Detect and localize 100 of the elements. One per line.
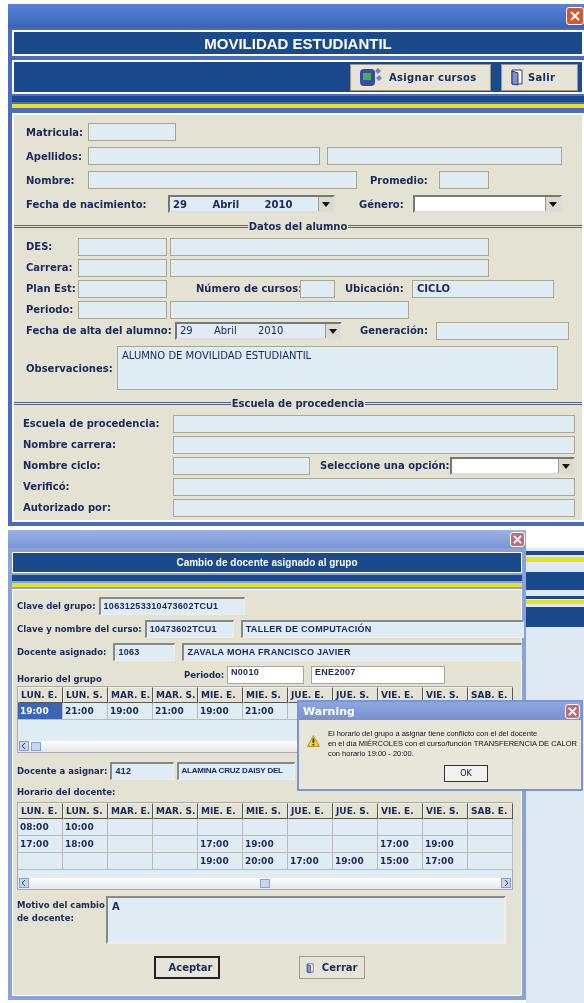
- column-header[interactable]: MAR. S.: [153, 803, 198, 819]
- text-field[interactable]: [170, 258, 489, 277]
- exit-button[interactable]: Salir: [501, 63, 578, 91]
- column-header[interactable]: JUE. S.: [333, 803, 378, 819]
- column-header[interactable]: LUN. E.: [18, 803, 63, 819]
- section-title: Escuela de procedencia: [230, 397, 366, 409]
- date-combo[interactable]: 29 Abril 2010: [175, 321, 342, 340]
- table-cell: 19:00: [333, 853, 378, 870]
- table-cell: [108, 853, 153, 870]
- column-header[interactable]: JUE. E.: [288, 803, 333, 819]
- column-header[interactable]: LUN. S.: [63, 803, 108, 819]
- table-cell[interactable]: 19:00: [198, 703, 243, 720]
- column-header[interactable]: MAR. E.: [108, 803, 153, 819]
- close-button[interactable]: [566, 7, 584, 25]
- text-area[interactable]: A: [106, 896, 506, 944]
- field-label: Escuela de procedencia:: [23, 418, 161, 429]
- column-header[interactable]: MIE. E.: [198, 687, 243, 703]
- table-cell: [333, 836, 378, 853]
- table-cell[interactable]: 21:00: [153, 703, 198, 720]
- field-label: Docente asignado:: [17, 646, 107, 657]
- text-field[interactable]: [173, 498, 575, 517]
- field-label: Carrera:: [26, 262, 74, 273]
- table-cell: [468, 836, 513, 853]
- field-label: Nombre carrera:: [23, 439, 117, 450]
- text-field[interactable]: [173, 477, 575, 496]
- text-area[interactable]: ALUMNO DE MOVILIDAD ESTUDIANTIL: [117, 346, 558, 390]
- table-cell: [333, 819, 378, 836]
- text-field[interactable]: [78, 258, 167, 277]
- monitor-icon: [359, 66, 385, 88]
- dropdown-field[interactable]: [450, 456, 575, 475]
- field-label: Matricula:: [26, 126, 85, 138]
- field-label: DES:: [26, 241, 54, 252]
- table-cell: [198, 819, 243, 836]
- column-header[interactable]: MIE. S.: [243, 687, 288, 703]
- text-field[interactable]: CICLO: [412, 279, 554, 298]
- table-cell[interactable]: 19:00: [18, 703, 63, 720]
- table-cell: 20:00: [243, 853, 288, 870]
- column-header[interactable]: JUE. E.: [288, 687, 333, 703]
- text-field[interactable]: 1063: [113, 642, 176, 661]
- text-field[interactable]: 10473602TCU1: [144, 619, 234, 638]
- text-field[interactable]: [173, 435, 575, 454]
- column-header[interactable]: SAB. E.: [468, 803, 513, 819]
- table-cell[interactable]: 19:00: [108, 703, 153, 720]
- text-field[interactable]: [173, 456, 310, 475]
- text-field[interactable]: [88, 123, 176, 141]
- text-field[interactable]: [78, 237, 167, 256]
- text-field[interactable]: [300, 279, 335, 298]
- text-field[interactable]: [88, 171, 357, 189]
- door-icon: [510, 68, 524, 86]
- column-header[interactable]: MIE. E.: [198, 803, 243, 819]
- text-field[interactable]: [170, 237, 489, 256]
- field-label: Periodo:: [184, 669, 224, 680]
- assign-button[interactable]: Asignar cursos: [350, 63, 491, 91]
- text-field[interactable]: 412: [110, 761, 175, 780]
- text-field[interactable]: [173, 414, 575, 433]
- text-field[interactable]: [78, 300, 167, 319]
- scroll-right-icon[interactable]: [501, 878, 511, 888]
- text-field[interactable]: TALLER DE COMPUTACIÓN: [240, 619, 524, 638]
- table-cell: 17:00: [288, 853, 333, 870]
- text-field[interactable]: ENE2007: [311, 665, 445, 684]
- column-header[interactable]: MAR. E.: [108, 687, 153, 703]
- horizontal-scrollbar[interactable]: [19, 878, 511, 888]
- text-field[interactable]: [88, 147, 320, 165]
- accept-button[interactable]: Aceptar: [153, 956, 220, 979]
- scroll-thumb[interactable]: [31, 741, 41, 751]
- scroll-left-icon[interactable]: [19, 878, 29, 888]
- table-cell[interactable]: 21:00: [243, 703, 288, 720]
- text-field[interactable]: ZAVALA MOHA FRANCISCO JAVIER: [182, 642, 523, 661]
- scroll-left-icon[interactable]: [19, 741, 29, 751]
- table-cell: 08:00: [18, 819, 63, 836]
- close-button[interactable]: [565, 703, 580, 719]
- table-cell: [108, 819, 153, 836]
- text-field[interactable]: [439, 171, 489, 189]
- table-cell: 17:00: [18, 836, 63, 853]
- table-cell: 19:00: [423, 836, 468, 853]
- dropdown-field[interactable]: [413, 195, 562, 213]
- date-combo[interactable]: 29 Abril 2010: [168, 195, 335, 213]
- text-field[interactable]: [327, 147, 562, 165]
- column-header[interactable]: VIE. E.: [378, 803, 423, 819]
- close-button[interactable]: Cerrar: [298, 956, 365, 979]
- close-button[interactable]: [510, 531, 525, 547]
- ok-button[interactable]: OK: [444, 765, 488, 782]
- field-label: Motivo del cambio de docente:: [17, 899, 106, 925]
- column-header[interactable]: MAR. S.: [153, 687, 198, 703]
- text-field[interactable]: [436, 321, 569, 340]
- text-field[interactable]: [78, 279, 167, 298]
- table-cell[interactable]: 21:00: [63, 703, 108, 720]
- field-label: Observaciones:: [26, 362, 114, 374]
- text-field[interactable]: 10631253310473602TCU1: [98, 596, 245, 615]
- column-header[interactable]: MIE. S.: [243, 803, 288, 819]
- text-field[interactable]: ALAMINA CRUZ DAISY DEL: [177, 761, 296, 780]
- column-header[interactable]: LUN. S.: [63, 687, 108, 703]
- column-header[interactable]: VIE. S.: [423, 803, 468, 819]
- column-header[interactable]: LUN. E.: [18, 687, 63, 703]
- text-field[interactable]: N0010: [227, 665, 304, 684]
- field-label: Clave y nombre del curso:: [17, 623, 142, 634]
- table-cell: 10:00: [63, 819, 108, 836]
- text-field[interactable]: [170, 300, 409, 319]
- field-label: Clave del grupo:: [17, 600, 96, 611]
- scroll-thumb[interactable]: [260, 878, 270, 888]
